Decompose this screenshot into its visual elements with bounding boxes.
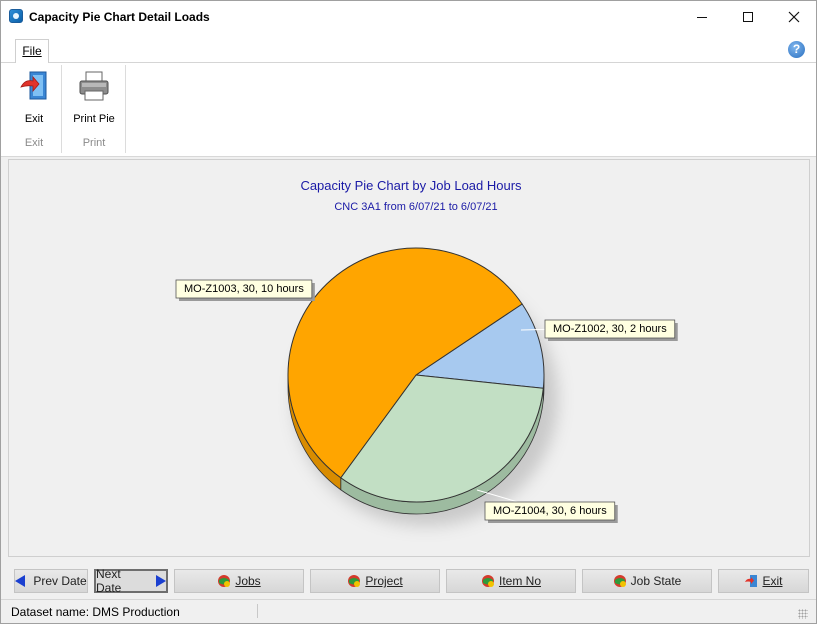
- project-label: Project: [365, 574, 403, 588]
- close-icon: [788, 11, 800, 23]
- project-globe-icon: [347, 574, 361, 588]
- pie-chart: Capacity Pie Chart by Job Load Hours CNC…: [175, 178, 678, 526]
- exit-label: Exit: [762, 574, 783, 588]
- job-state-button[interactable]: Job State: [582, 569, 712, 593]
- ribbon-panel: Exit Exit Print Pie Print: [1, 63, 816, 157]
- chart-title: Capacity Pie Chart by Job Load Hours: [300, 178, 522, 193]
- dataset-name-label: Dataset name: DMS Production: [11, 605, 180, 619]
- ribbon-print-pie-label: Print Pie: [73, 113, 115, 125]
- jobs-globe-icon: [217, 574, 231, 588]
- pie-slice-label-text: MO-Z1003, 30, 10 hours: [184, 283, 304, 295]
- exit-door-small-icon: [744, 574, 758, 588]
- next-date-label: Next Date: [96, 567, 122, 595]
- jobs-button[interactable]: Jobs: [174, 569, 304, 593]
- prev-date-label: Prev Date: [33, 574, 87, 588]
- ribbon-print-pie-button[interactable]: Print Pie: [63, 65, 125, 125]
- close-button[interactable]: [771, 1, 817, 33]
- item-no-button[interactable]: Item No: [446, 569, 576, 593]
- project-button[interactable]: Project: [310, 569, 440, 593]
- item-no-globe-icon: [481, 574, 495, 588]
- minimize-button[interactable]: [679, 1, 725, 33]
- next-date-button[interactable]: Next Date: [94, 567, 168, 595]
- arrow-right-icon: [156, 575, 166, 587]
- title-bar[interactable]: Capacity Pie Chart Detail Loads: [1, 1, 816, 33]
- ribbon-group-print-label: Print: [82, 137, 106, 149]
- minimize-icon: [697, 16, 707, 18]
- app-window: Capacity Pie Chart Detail Loads File ? E…: [0, 0, 817, 624]
- status-bar: Dataset name: DMS Production: [1, 599, 816, 623]
- pie-slice-label-text: MO-Z1002, 30, 2 hours: [553, 323, 667, 335]
- exit-door-icon: [17, 69, 51, 103]
- pie-slice-label: MO-Z1003, 30, 10 hours: [175, 279, 315, 301]
- pie-slice-label: MO-Z1004, 30, 6 hours: [484, 501, 618, 523]
- help-icon[interactable]: ?: [788, 41, 805, 58]
- chart-panel: Capacity Pie Chart by Job Load Hours CNC…: [8, 159, 810, 557]
- chart-subtitle: CNC 3A1 from 6/07/21 to 6/07/21: [334, 201, 497, 213]
- ribbon-group-print: Print Pie Print: [63, 65, 126, 153]
- tab-file[interactable]: File: [15, 39, 49, 63]
- ribbon-tab-row: File: [1, 33, 816, 63]
- resize-grip[interactable]: [798, 609, 808, 619]
- maximize-icon: [743, 12, 753, 22]
- ribbon-group-exit: Exit Exit: [7, 65, 62, 153]
- printer-icon: [77, 69, 111, 103]
- pie-slice-label: MO-Z1002, 30, 2 hours: [544, 319, 678, 341]
- status-separator: [257, 604, 258, 618]
- prev-date-button[interactable]: Prev Date: [14, 569, 88, 593]
- tab-file-label: File: [22, 44, 42, 58]
- ribbon-group-exit-label: Exit: [24, 137, 44, 149]
- maximize-button[interactable]: [725, 1, 771, 33]
- pie-slice-label-text: MO-Z1004, 30, 6 hours: [493, 505, 607, 517]
- arrow-left-icon: [15, 575, 26, 587]
- exit-button[interactable]: Exit: [718, 569, 809, 593]
- bottom-button-bar: Prev Date Next Date Jobs Project Item No: [1, 567, 816, 597]
- job-state-label: Job State: [630, 574, 682, 588]
- app-icon: [9, 9, 23, 23]
- jobs-label: Jobs: [235, 574, 261, 588]
- item-no-label: Item No: [498, 574, 541, 588]
- ribbon-exit-label: Exit: [24, 113, 44, 125]
- job-state-globe-icon: [613, 574, 627, 588]
- ribbon-exit-button[interactable]: Exit: [7, 65, 61, 125]
- window-title: Capacity Pie Chart Detail Loads: [29, 10, 210, 24]
